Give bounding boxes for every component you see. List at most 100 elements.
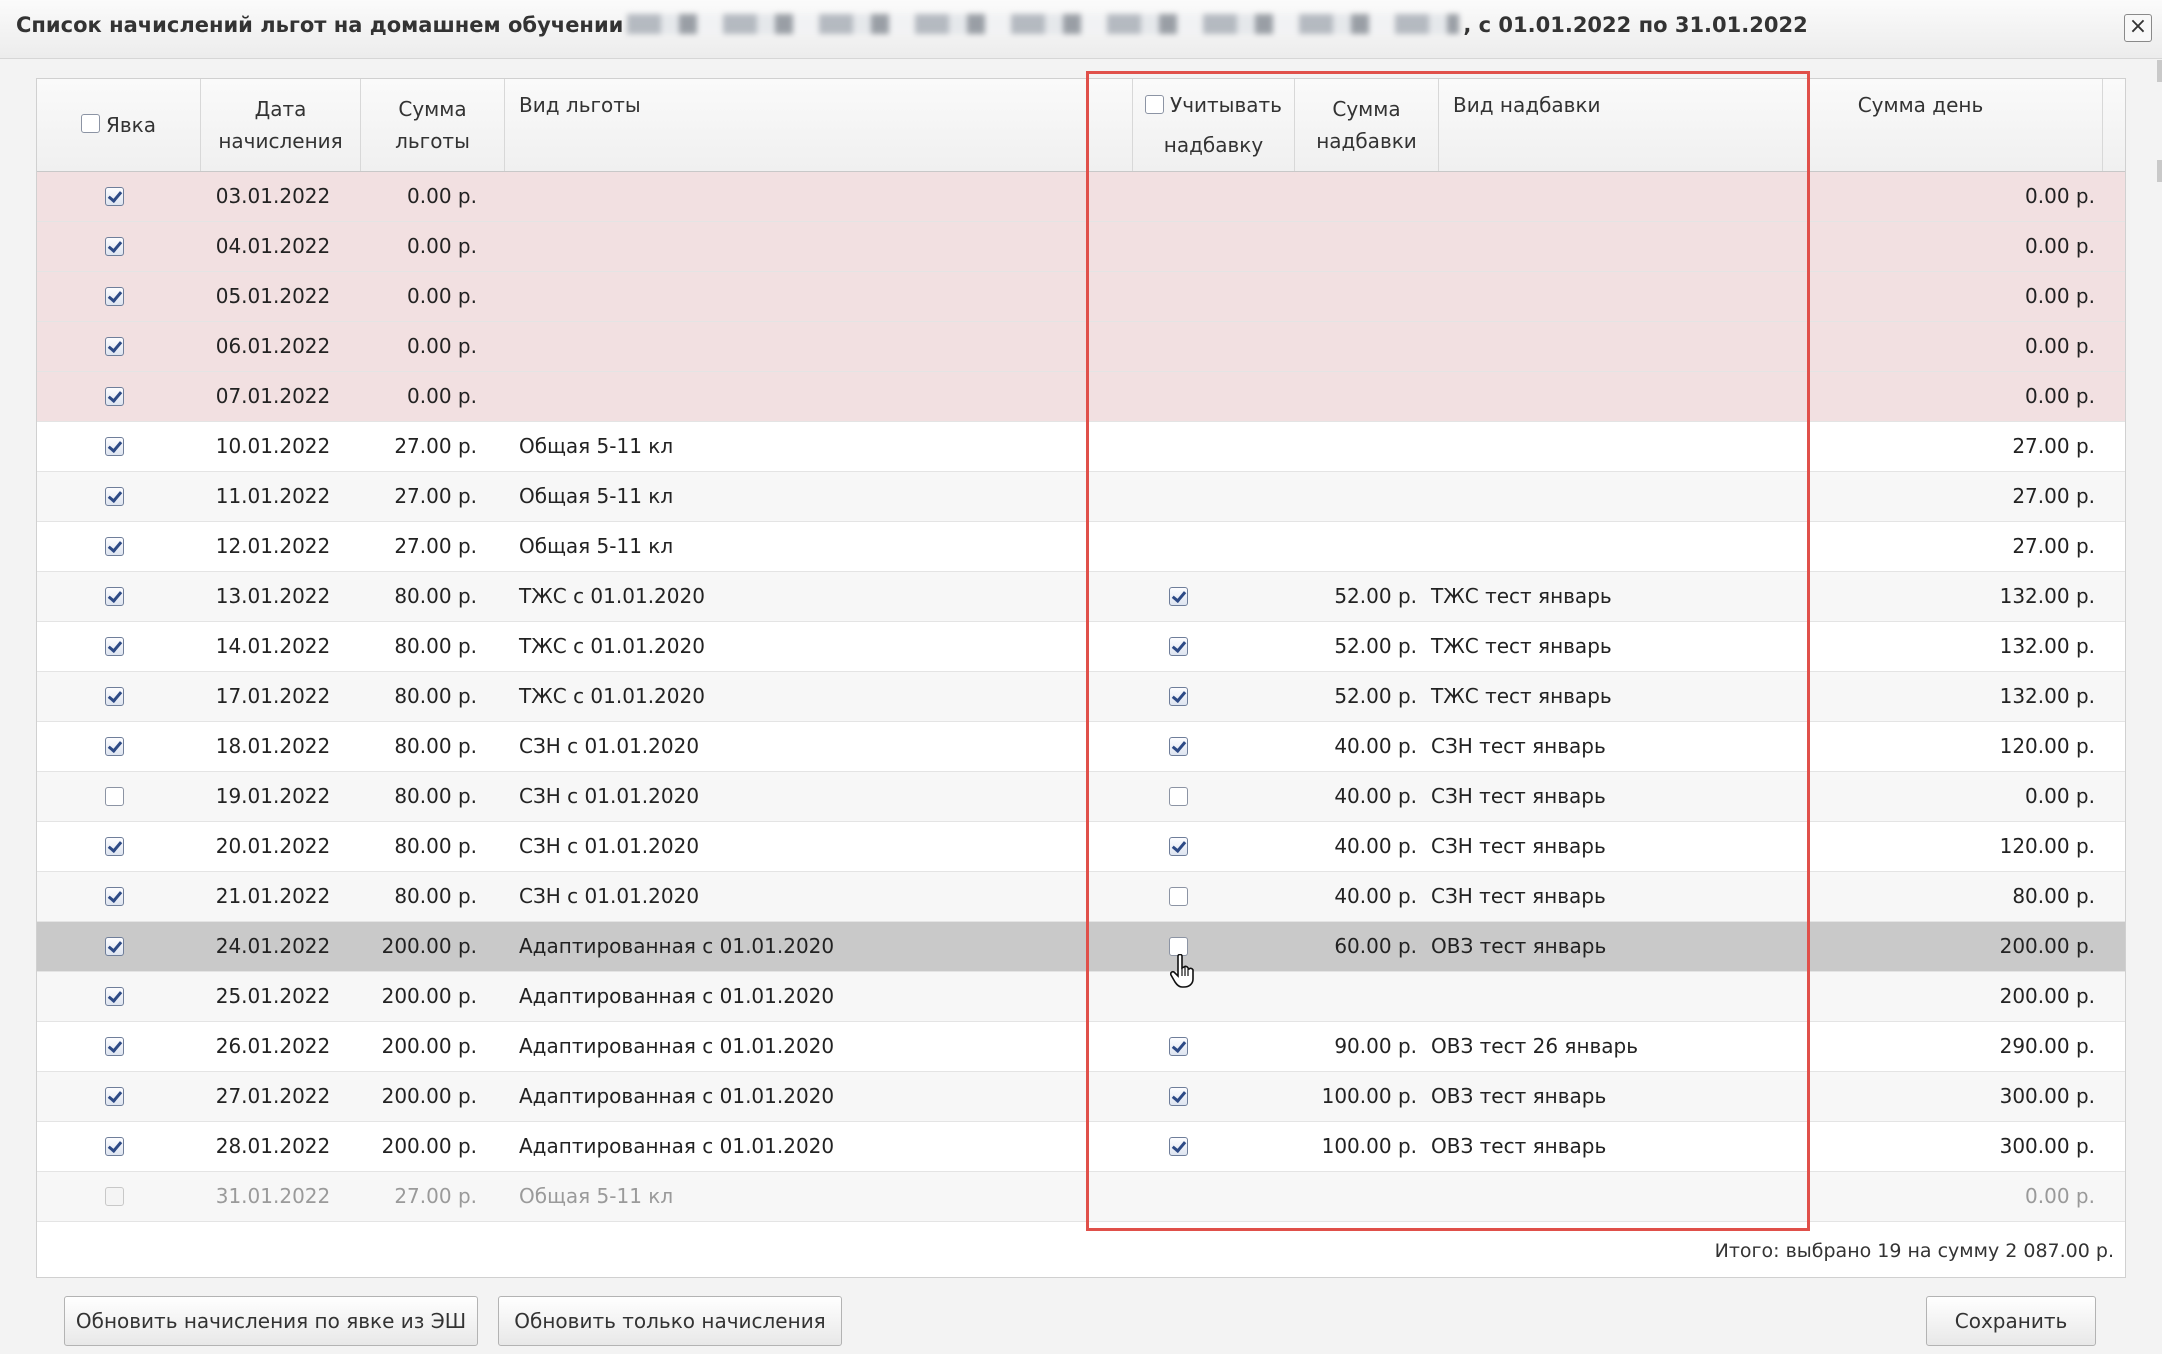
attendance-checkbox[interactable]: [104, 987, 124, 1006]
header-attendance[interactable]: Явка: [37, 79, 201, 171]
attendance-cell[interactable]: [37, 772, 191, 821]
attendance-checkbox[interactable]: [104, 887, 124, 906]
attendance-checkbox[interactable]: [104, 537, 124, 556]
include-bonus-checkbox[interactable]: [1168, 687, 1188, 706]
table-row[interactable]: 04.01.2022 0.00 р. 0.00 р.: [37, 222, 2125, 272]
table-row[interactable]: 14.01.2022 80.00 р. ТЖС с 01.01.2020 52.00 …: [37, 622, 2125, 672]
attendance-cell[interactable]: [37, 322, 191, 371]
attendance-cell[interactable]: [37, 272, 191, 321]
table-row[interactable]: 19.01.2022 80.00 р. СЗН с 01.01.2020 40.00 …: [37, 772, 2125, 822]
attendance-cell[interactable]: [37, 922, 191, 971]
include-bonus-cell[interactable]: [1097, 872, 1259, 921]
attendance-cell[interactable]: [37, 722, 191, 771]
table-row[interactable]: 27.01.2022 200.00 р. Адаптированная с 01.0…: [37, 1072, 2125, 1122]
include-bonus-cell[interactable]: [1097, 572, 1259, 621]
table-row[interactable]: 21.01.2022 80.00 р. СЗН с 01.01.2020 40.00 …: [37, 872, 2125, 922]
include-bonus-checkbox[interactable]: [1168, 1037, 1188, 1056]
attendance-cell[interactable]: [37, 222, 191, 271]
attendance-cell[interactable]: [37, 622, 191, 671]
table-row[interactable]: 24.01.2022 200.00 р. Адаптированная с 01.0…: [37, 922, 2125, 972]
attendance-cell[interactable]: [37, 972, 191, 1021]
table-row[interactable]: 17.01.2022 80.00 р. ТЖС с 01.01.2020 52.00 …: [37, 672, 2125, 722]
attendance-cell[interactable]: [37, 822, 191, 871]
table-row[interactable]: 31.01.2022 27.00 р. Общая 5-11 кл 0.00 р.: [37, 1172, 2125, 1222]
refresh-accruals-only-button[interactable]: Обновить только начисления: [498, 1296, 842, 1346]
include-bonus-cell[interactable]: [1097, 822, 1259, 871]
header-benefit-sum[interactable]: Сумма льготы: [361, 79, 505, 171]
attendance-cell[interactable]: [37, 1172, 191, 1221]
header-bonus-sum[interactable]: Сумма надбавки: [1295, 79, 1439, 171]
include-bonus-cell[interactable]: [1097, 772, 1259, 821]
include-bonus-cell[interactable]: [1097, 622, 1259, 671]
include-bonus-cell[interactable]: [1097, 1022, 1259, 1071]
attendance-cell[interactable]: [37, 472, 191, 521]
table-row[interactable]: 05.01.2022 0.00 р. 0.00 р.: [37, 272, 2125, 322]
attendance-checkbox[interactable]: [104, 487, 124, 506]
table-row[interactable]: 03.01.2022 0.00 р. 0.00 р.: [37, 172, 2125, 222]
attendance-checkbox[interactable]: [104, 387, 124, 406]
include-bonus-checkbox[interactable]: [1168, 1087, 1188, 1106]
include-bonus-checkbox[interactable]: [1168, 737, 1188, 756]
attendance-checkbox[interactable]: [104, 587, 124, 606]
include-bonus-checkbox[interactable]: [1168, 787, 1188, 806]
attendance-cell[interactable]: [37, 372, 191, 421]
include-bonus-cell[interactable]: [1097, 1122, 1259, 1171]
table-row[interactable]: 10.01.2022 27.00 р. Общая 5-11 кл 27.00 р.: [37, 422, 2125, 472]
include-bonus-checkbox[interactable]: [1168, 837, 1188, 856]
table-row[interactable]: 20.01.2022 80.00 р. СЗН с 01.01.2020 40.00 …: [37, 822, 2125, 872]
table-row[interactable]: 11.01.2022 27.00 р. Общая 5-11 кл 27.00 р.: [37, 472, 2125, 522]
include-bonus-checkbox[interactable]: [1168, 587, 1188, 606]
attendance-checkbox[interactable]: [104, 287, 124, 306]
attendance-cell[interactable]: [37, 872, 191, 921]
header-date[interactable]: Дата начисления: [201, 79, 361, 171]
select-all-bonus-checkbox[interactable]: [1145, 95, 1165, 114]
table-row[interactable]: 07.01.2022 0.00 р. 0.00 р.: [37, 372, 2125, 422]
close-icon: ×: [2128, 14, 2148, 39]
attendance-checkbox[interactable]: [104, 337, 124, 356]
attendance-cell[interactable]: [37, 572, 191, 621]
attendance-checkbox[interactable]: [104, 687, 124, 706]
table-row[interactable]: 13.01.2022 80.00 р. ТЖС с 01.01.2020 52.00 …: [37, 572, 2125, 622]
attendance-cell[interactable]: [37, 1122, 191, 1171]
attendance-checkbox[interactable]: [104, 837, 124, 856]
include-bonus-cell[interactable]: [1097, 672, 1259, 721]
include-bonus-cell[interactable]: [1097, 722, 1259, 771]
attendance-cell[interactable]: [37, 1072, 191, 1121]
table-row[interactable]: 28.01.2022 200.00 р. Адаптированная с 01.0…: [37, 1122, 2125, 1172]
window-resize-edge[interactable]: [2157, 160, 2162, 182]
include-bonus-checkbox[interactable]: [1168, 887, 1188, 906]
attendance-checkbox[interactable]: [104, 1137, 124, 1156]
attendance-checkbox[interactable]: [104, 787, 124, 806]
include-bonus-checkbox[interactable]: [1168, 637, 1188, 656]
bonus-kind-cell: СЗН тест январь: [1431, 784, 1606, 808]
refresh-from-attendance-button[interactable]: Обновить начисления по явке из ЭШ: [64, 1296, 478, 1346]
save-button[interactable]: Сохранить: [1926, 1296, 2096, 1346]
table-row[interactable]: 26.01.2022 200.00 р. Адаптированная с 01.0…: [37, 1022, 2125, 1072]
attendance-checkbox[interactable]: [104, 237, 124, 256]
header-benefit-kind[interactable]: Вид льготы: [505, 79, 1133, 171]
attendance-checkbox[interactable]: [104, 1037, 124, 1056]
attendance-checkbox[interactable]: [104, 737, 124, 756]
header-include-bonus[interactable]: Учитывать надбавку: [1133, 79, 1295, 171]
close-button[interactable]: ×: [2124, 14, 2152, 42]
attendance-checkbox[interactable]: [104, 1087, 124, 1106]
attendance-cell[interactable]: [37, 172, 191, 221]
attendance-checkbox[interactable]: [104, 187, 124, 206]
table-row[interactable]: 18.01.2022 80.00 р. СЗН с 01.01.2020 40.00 …: [37, 722, 2125, 772]
attendance-cell[interactable]: [37, 1022, 191, 1071]
include-bonus-cell[interactable]: [1097, 1072, 1259, 1121]
attendance-cell[interactable]: [37, 522, 191, 571]
include-bonus-checkbox[interactable]: [1168, 1137, 1188, 1156]
header-day-sum[interactable]: Сумма день: [1739, 79, 2103, 171]
attendance-checkbox[interactable]: [104, 937, 124, 956]
table-row[interactable]: 06.01.2022 0.00 р. 0.00 р.: [37, 322, 2125, 372]
select-all-attendance-checkbox[interactable]: [80, 113, 100, 133]
window-resize-edge[interactable]: [2157, 60, 2162, 82]
table-row[interactable]: 12.01.2022 27.00 р. Общая 5-11 кл 27.00 р.: [37, 522, 2125, 572]
table-row[interactable]: 25.01.2022 200.00 р. Адаптированная с 01.0…: [37, 972, 2125, 1022]
attendance-cell[interactable]: [37, 422, 191, 471]
attendance-checkbox[interactable]: [104, 437, 124, 456]
attendance-checkbox[interactable]: [104, 637, 124, 656]
header-bonus-kind[interactable]: Вид надбавки: [1439, 79, 1739, 171]
attendance-cell[interactable]: [37, 672, 191, 721]
